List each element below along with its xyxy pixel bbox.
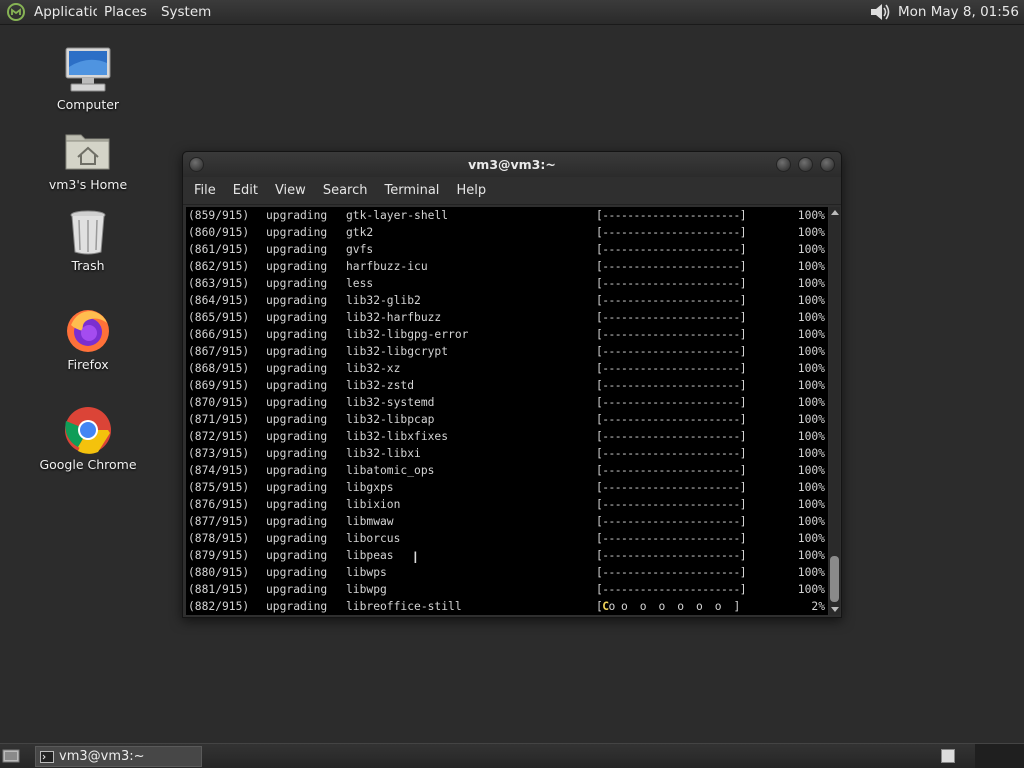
applications-menu[interactable]: Applications <box>26 4 97 20</box>
terminal-line: (860/915) upgrading gtk2 [-----------------… <box>188 226 825 239</box>
terminal-line: (877/915) upgrading libmwaw [--------------… <box>188 515 825 528</box>
terminal-line: (864/915) upgrading lib32-glib2 [----------… <box>188 294 825 307</box>
desktop-icon-chrome[interactable]: Google Chrome <box>33 405 143 472</box>
window-menu-icon[interactable] <box>189 157 204 172</box>
workspace-switcher[interactable] <box>941 749 955 763</box>
menu-help[interactable]: Help <box>447 183 494 198</box>
clock[interactable]: Mon May 8, 01:56 <box>898 4 1024 20</box>
terminal-line: (874/915) upgrading libatomic_ops [--------… <box>188 464 825 477</box>
terminal-line: (880/915) upgrading libwps [---------------… <box>188 566 825 579</box>
terminal-scrollbar[interactable] <box>829 207 840 615</box>
terminal-line: (867/915) upgrading lib32-libgcrypt [------… <box>188 345 825 358</box>
ibeam-cursor-icon: I <box>413 548 418 567</box>
terminal-line: (872/915) upgrading lib32-libxfixes [------… <box>188 430 825 443</box>
window-titlebar[interactable]: vm3@vm3:~ <box>183 152 841 177</box>
menu-search[interactable]: Search <box>314 183 376 198</box>
volume-icon[interactable] <box>868 1 892 23</box>
desktop-icon-firefox[interactable]: Firefox <box>33 305 143 372</box>
window-title: vm3@vm3:~ <box>468 157 556 172</box>
chrome-icon <box>65 407 111 454</box>
terminal-line-current: (882/915) upgrading libreoffice-still [Co o… <box>188 600 825 613</box>
terminal-line: (875/915) upgrading libgxps [--------------… <box>188 481 825 494</box>
terminal-icon <box>40 750 54 763</box>
terminal-line: (878/915) upgrading liborcus [-------------… <box>188 532 825 545</box>
terminal-line: (873/915) upgrading lib32-libxi [----------… <box>188 447 825 460</box>
terminal-line: (870/915) upgrading lib32-systemd [--------… <box>188 396 825 409</box>
desktop-icon-label: Computer <box>56 97 120 112</box>
terminal-output[interactable]: (859/915) upgrading gtk-layer-shell [------… <box>186 207 828 615</box>
terminal-line: (869/915) upgrading lib32-zstd [-----------… <box>188 379 825 392</box>
desktop-icon-label: Trash <box>71 258 105 273</box>
pacman-progress-bar: [Co o o o o o o ] <box>596 600 740 613</box>
desktop-icon-home[interactable]: vm3's Home <box>33 127 143 192</box>
desktop-icon-computer[interactable]: Computer <box>33 45 143 112</box>
computer-icon <box>65 47 111 92</box>
desktop-icon-label: Firefox <box>67 357 109 372</box>
terminal-line: (862/915) upgrading harfbuzz-icu [---------… <box>188 260 825 273</box>
menu-file[interactable]: File <box>185 183 224 198</box>
terminal-line: (859/915) upgrading gtk-layer-shell [------… <box>188 209 825 222</box>
terminal-line: (865/915) upgrading lib32-harfbuzz [-------… <box>188 311 825 324</box>
trash-icon <box>70 210 106 255</box>
terminal-line: (868/915) upgrading lib32-xz [-------------… <box>188 362 825 375</box>
terminal-line: (876/915) upgrading libixion [-------------… <box>188 498 825 511</box>
bottom-panel: vm3@vm3:~ <box>0 743 1024 768</box>
terminal-line: (871/915) upgrading lib32-libpcap [--------… <box>188 413 825 426</box>
terminal-line: (863/915) upgrading less [-----------------… <box>188 277 825 290</box>
terminal-window[interactable]: vm3@vm3:~ File Edit View Search Terminal… <box>182 151 842 618</box>
scrollbar-thumb[interactable] <box>830 556 839 602</box>
show-desktop-icon[interactable] <box>2 748 20 764</box>
menu-edit[interactable]: Edit <box>224 183 266 198</box>
system-menu[interactable]: System <box>154 4 218 20</box>
minimize-button[interactable] <box>776 157 791 172</box>
home-folder-icon <box>65 134 110 170</box>
top-panel: Applications Places System Mon May 8, 01… <box>0 0 1024 25</box>
menu-view[interactable]: View <box>266 183 314 198</box>
desktop-icon-label: Google Chrome <box>39 457 137 472</box>
desktop-icon-trash[interactable]: Trash <box>33 208 143 273</box>
mate-logo-icon[interactable] <box>6 2 26 22</box>
taskbar-item-label: vm3@vm3:~ <box>59 749 145 764</box>
terminal-line: (879/915) upgrading libpeas [--------------… <box>188 549 825 562</box>
desktop-icon-label: vm3's Home <box>48 177 128 192</box>
terminal-line: (861/915) upgrading gvfs [-----------------… <box>188 243 825 256</box>
menu-terminal[interactable]: Terminal <box>375 183 447 198</box>
terminal-line: (881/915) upgrading libwpg [---------------… <box>188 583 825 596</box>
places-menu[interactable]: Places <box>97 4 154 20</box>
terminal-line: (866/915) upgrading lib32-libgpg-error [---… <box>188 328 825 341</box>
panel-tray-area <box>975 744 1024 768</box>
close-button[interactable] <box>820 157 835 172</box>
taskbar-item-terminal[interactable]: vm3@vm3:~ <box>35 746 202 767</box>
firefox-icon <box>67 310 109 352</box>
scroll-down-arrow-icon[interactable] <box>831 607 839 612</box>
scroll-up-arrow-icon[interactable] <box>831 210 839 215</box>
maximize-button[interactable] <box>798 157 813 172</box>
terminal-menubar: File Edit View Search Terminal Help <box>183 177 841 205</box>
panel-tray: Mon May 8, 01:56 <box>868 1 1024 23</box>
